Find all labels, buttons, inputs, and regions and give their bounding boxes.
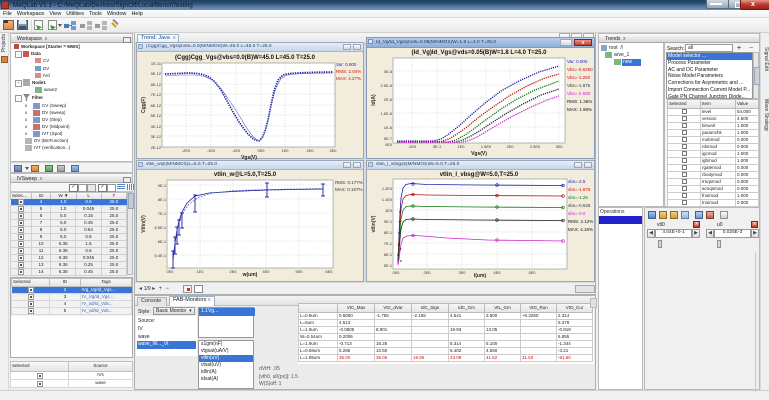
svg-text:1E0: 1E0 (385, 208, 393, 213)
svg-text:4E0: 4E0 (263, 269, 271, 274)
svg-text:5E0: 5E0 (529, 270, 537, 275)
svg-text:Cgg(F): Cgg(F) (141, 97, 147, 113)
svg-text:9E-12: 9E-12 (151, 71, 161, 76)
svg-text:-1E0: -1E0 (207, 148, 216, 153)
svg-text:2E-6: 2E-6 (384, 97, 392, 102)
svg-text:2E0: 2E0 (230, 269, 238, 274)
svg-text:3E0: 3E0 (556, 144, 564, 149)
svg-text:vbs=-2.5: vbs=-2.5 (568, 179, 586, 184)
svg-text:vbs=-0.0: vbs=-0.0 (568, 211, 586, 216)
svg-text:vbs=-1.25: vbs=-1.25 (568, 195, 588, 200)
svg-text:MAX: 1.98%: MAX: 1.98% (567, 107, 592, 112)
svg-text:Var: 0.000: Var: 0.000 (567, 59, 588, 64)
svg-text:0E0: 0E0 (385, 142, 393, 147)
svg-text:5E-12: 5E-12 (151, 113, 161, 118)
svg-text:5.4E-1: 5.4E-1 (155, 253, 166, 258)
svg-text:1.5E0: 1.5E0 (481, 144, 492, 149)
svg-text:7E-1: 7E-1 (384, 241, 392, 246)
svg-text:3E-12: 3E-12 (151, 134, 161, 139)
svg-text:w(um): w(um) (242, 272, 258, 278)
svg-text:0E0: 0E0 (393, 270, 401, 275)
svg-text:1E0: 1E0 (458, 144, 466, 149)
svg-text:Vbs=-1.250: Vbs=-1.250 (567, 75, 591, 80)
svg-text:vbs=-1.875: vbs=-1.875 (568, 187, 591, 192)
svg-text:vtlin(V): vtlin(V) (371, 215, 377, 232)
svg-text:6.5E-1: 6.5E-1 (155, 225, 166, 230)
svg-text:8E-12: 8E-12 (151, 82, 161, 87)
svg-text:Vbs=-1.875: Vbs=-1.875 (567, 83, 591, 88)
svg-text:6E-1: 6E-1 (384, 252, 392, 257)
svg-text:1E0: 1E0 (282, 148, 290, 153)
svg-text:(Id_Vg)Id_Vgs@vds=0.05(B)W=1.8: (Id_Vg)Id_Vgs@vds=0.05(B)W=1.8 L=4.0 T=2… (412, 50, 548, 56)
svg-text:Vgs(V): Vgs(V) (471, 151, 487, 157)
svg-text:Vtlin(V): Vtlin(V) (141, 215, 147, 233)
svg-text:3E0: 3E0 (330, 148, 338, 153)
svg-text:-2E0: -2E0 (182, 148, 191, 153)
svg-text:1E-11: 1E-11 (151, 61, 161, 66)
svg-text:2.5E-6: 2.5E-6 (381, 83, 392, 88)
svg-text:5E-1: 5E-1 (384, 263, 392, 268)
svg-text:6E0: 6E0 (326, 269, 334, 274)
svg-text:2E-12: 2E-12 (151, 145, 161, 150)
svg-text:-1E0: -1E0 (408, 144, 417, 149)
svg-text:0E0: 0E0 (167, 269, 175, 274)
svg-text:vtlin_l_vbsg@W=5.0,T=25.0: vtlin_l_vbsg@W=5.0,T=25.0 (440, 172, 519, 178)
svg-text:1E-6: 1E-6 (384, 125, 392, 130)
svg-text:RMS: 0.177%: RMS: 0.177% (335, 180, 363, 185)
svg-text:2E0: 2E0 (507, 144, 515, 149)
svg-text:0E0: 0E0 (258, 148, 266, 153)
svg-text:vtlin_w@L=5.0,T=25.0: vtlin_w@L=5.0,T=25.0 (214, 172, 277, 178)
svg-text:2E0: 2E0 (307, 148, 315, 153)
svg-text:(Cgg)Cgg_Vgs@vbs=0.0(B)W=45.0: (Cgg)Cgg_Vgs@vbs=0.0(B)W=45.0 L=45.0 T=2… (175, 55, 316, 61)
svg-text:MAX: 4.16%: MAX: 4.16% (568, 227, 593, 232)
svg-text:2.5E0: 2.5E0 (530, 144, 541, 149)
svg-text:6E-12: 6E-12 (151, 103, 161, 108)
svg-text:1.2E0: 1.2E0 (382, 186, 393, 191)
svg-text:2E0: 2E0 (424, 270, 432, 275)
svg-text:RMS: 2.12%: RMS: 2.12% (568, 219, 593, 224)
svg-text:3E0: 3E0 (459, 270, 467, 275)
svg-text:1.1E0: 1.1E0 (382, 197, 393, 202)
svg-text:RMS: 2.04%: RMS: 2.04% (336, 69, 361, 74)
svg-text:5E-7: 5E-7 (384, 136, 392, 141)
svg-text:0E-1: 0E-1 (433, 144, 441, 149)
svg-text:1E0: 1E0 (197, 269, 205, 274)
svg-text:3E-6: 3E-6 (384, 69, 392, 74)
svg-text:9E-1: 9E-1 (384, 219, 392, 224)
svg-text:Vbs=-2.500: Vbs=-2.500 (567, 91, 591, 96)
svg-text:l(um): l(um) (474, 273, 487, 279)
svg-text:4E-12: 4E-12 (151, 124, 161, 129)
svg-text:MAX: 0.157%: MAX: 0.157% (335, 187, 363, 192)
svg-text:8E-1: 8E-1 (158, 197, 166, 202)
svg-text:7E-12: 7E-12 (151, 92, 161, 97)
svg-text:4E0: 4E0 (494, 270, 502, 275)
svg-text:5E0: 5E0 (296, 269, 304, 274)
svg-text:Var: 0.000: Var: 0.000 (336, 62, 357, 67)
svg-text:9E-1: 9E-1 (158, 183, 166, 188)
svg-text:1.5E-6: 1.5E-6 (381, 111, 392, 116)
svg-text:RMS: 1.36%: RMS: 1.36% (567, 99, 592, 104)
svg-text:Vbs=-0.6250: Vbs=-0.6250 (567, 67, 593, 72)
svg-text:MAX: 4.27%: MAX: 4.27% (336, 76, 361, 81)
svg-text:6E-1: 6E-1 (158, 239, 166, 244)
svg-text:8E-1: 8E-1 (384, 230, 392, 235)
svg-text:Id(A): Id(A) (371, 94, 377, 106)
svg-text:7E-1: 7E-1 (158, 211, 166, 216)
svg-text:-1E0: -1E0 (232, 148, 241, 153)
svg-text:vbs=-0.625: vbs=-0.625 (568, 203, 591, 208)
